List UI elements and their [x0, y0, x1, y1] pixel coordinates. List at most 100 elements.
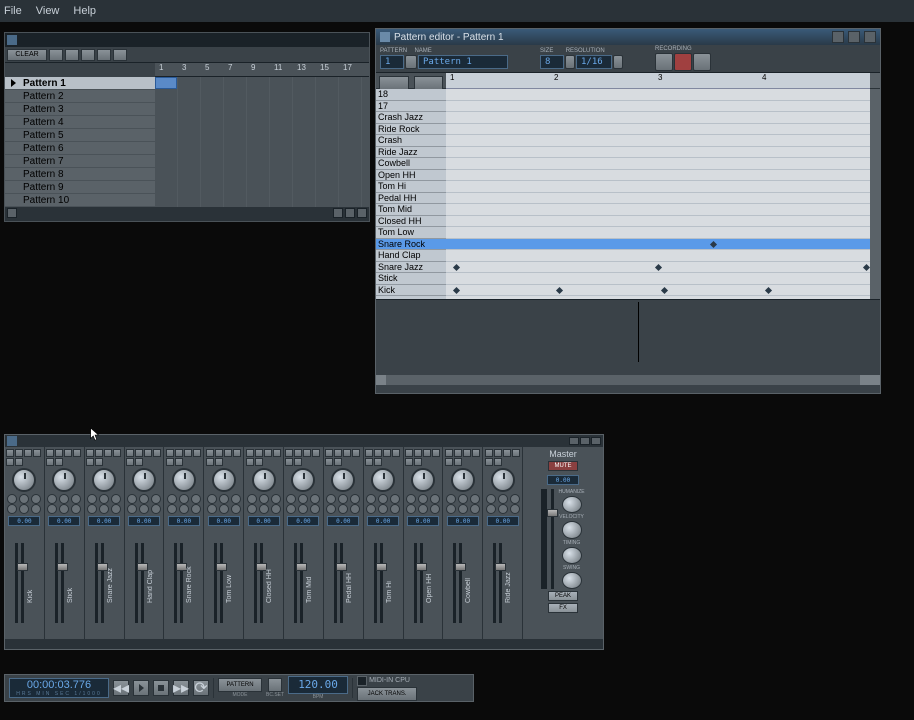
send-knob[interactable] — [99, 504, 109, 514]
send-knob[interactable] — [167, 494, 177, 504]
channel-button[interactable] — [365, 458, 373, 466]
send-knob[interactable] — [19, 504, 29, 514]
send-knob[interactable] — [259, 494, 269, 504]
channel-button[interactable] — [193, 449, 201, 457]
instrument-track-label[interactable]: Crash — [376, 135, 446, 147]
rewind-button[interactable]: ◂◂ — [113, 680, 129, 696]
send-knob[interactable] — [486, 494, 496, 504]
channel-button[interactable] — [215, 458, 223, 466]
channel-button[interactable] — [153, 449, 161, 457]
pattern-number-lcd[interactable]: 1 — [380, 55, 404, 69]
channel-button[interactable] — [374, 449, 382, 457]
scroll-end-icon[interactable] — [870, 375, 880, 385]
size-spinner[interactable] — [565, 55, 575, 69]
send-knob[interactable] — [271, 494, 281, 504]
channel-button[interactable] — [273, 449, 281, 457]
instrument-track-label[interactable]: Closed HH — [376, 216, 446, 228]
send-knob[interactable] — [219, 504, 229, 514]
pan-knob[interactable] — [291, 468, 315, 492]
channel-button[interactable] — [423, 449, 431, 457]
channel-button[interactable] — [95, 449, 103, 457]
channel-button[interactable] — [294, 449, 302, 457]
instrument-track-label[interactable]: Tom Low — [376, 227, 446, 239]
channel-button[interactable] — [445, 458, 453, 466]
scroll-left-icon[interactable] — [7, 208, 17, 218]
send-knob[interactable] — [71, 494, 81, 504]
channel-button[interactable] — [144, 449, 152, 457]
channel-button[interactable] — [352, 449, 360, 457]
channel-button[interactable] — [445, 449, 453, 457]
send-knob[interactable] — [111, 494, 121, 504]
mixer-minimize[interactable] — [569, 437, 579, 445]
pan-knob[interactable] — [52, 468, 76, 492]
channel-button[interactable] — [46, 458, 54, 466]
play-button[interactable] — [133, 680, 149, 696]
instrument-track-label[interactable]: Ride Jazz — [376, 147, 446, 159]
instrument-track-label[interactable]: Tom Hi — [376, 181, 446, 193]
send-knob[interactable] — [99, 494, 109, 504]
send-knob[interactable] — [139, 504, 149, 514]
note-event[interactable] — [556, 286, 563, 293]
se-tool-button-3[interactable] — [81, 49, 95, 61]
pattern-spinner[interactable] — [405, 55, 417, 69]
mixer-close[interactable] — [591, 437, 601, 445]
pattern-grid-row[interactable] — [446, 285, 870, 297]
send-knob[interactable] — [298, 494, 308, 504]
channel-button[interactable] — [285, 449, 293, 457]
pan-knob[interactable] — [212, 468, 236, 492]
send-knob[interactable] — [390, 504, 400, 514]
scroll-nav-2[interactable] — [345, 208, 355, 218]
send-knob[interactable] — [338, 504, 348, 514]
channel-button[interactable] — [264, 449, 272, 457]
song-editor-scrollbar[interactable] — [5, 207, 369, 219]
send-knob[interactable] — [498, 504, 508, 514]
instrument-track-label[interactable]: 18 — [376, 89, 446, 101]
channel-button[interactable] — [334, 449, 342, 457]
pattern-grid-row[interactable] — [446, 147, 870, 159]
channel-button[interactable] — [303, 449, 311, 457]
scroll-nav-3[interactable] — [357, 208, 367, 218]
instrument-track-label[interactable]: Cowbell — [376, 158, 446, 170]
close-button[interactable] — [864, 31, 876, 43]
send-knob[interactable] — [310, 494, 320, 504]
track-header-btn-2[interactable] — [414, 76, 444, 90]
stop-button[interactable] — [153, 680, 169, 696]
channel-fader[interactable] — [420, 543, 423, 623]
note-event[interactable] — [765, 286, 772, 293]
send-knob[interactable] — [219, 494, 229, 504]
send-knob[interactable] — [350, 494, 360, 504]
send-knob[interactable] — [510, 494, 520, 504]
channel-fader[interactable] — [220, 543, 223, 623]
send-knob[interactable] — [486, 504, 496, 514]
pattern-grid-row[interactable] — [446, 101, 870, 113]
note-event[interactable] — [661, 286, 668, 293]
instrument-track-label[interactable]: 17 — [376, 101, 446, 113]
channel-button[interactable] — [255, 458, 263, 466]
send-knob[interactable] — [430, 504, 440, 514]
send-knob[interactable] — [127, 504, 137, 514]
instrument-track-label[interactable]: Ride Rock — [376, 124, 446, 136]
channel-button[interactable] — [135, 449, 143, 457]
instrument-track-label[interactable]: Snare Rock — [376, 239, 446, 251]
tempo-display[interactable]: 120.00 — [288, 676, 348, 694]
channel-button[interactable] — [175, 449, 183, 457]
send-knob[interactable] — [418, 494, 428, 504]
channel-button[interactable] — [325, 458, 333, 466]
pattern-list-item[interactable]: Pattern 2 — [5, 90, 155, 103]
channel-button[interactable] — [383, 449, 391, 457]
midi-in-toggle[interactable] — [357, 676, 367, 686]
channel-button[interactable] — [246, 458, 254, 466]
send-knob[interactable] — [378, 494, 388, 504]
pattern-grid-row[interactable] — [446, 273, 870, 285]
send-knob[interactable] — [127, 494, 137, 504]
send-knob[interactable] — [366, 494, 376, 504]
send-knob[interactable] — [470, 504, 480, 514]
scroll-nav-1[interactable] — [333, 208, 343, 218]
channel-button[interactable] — [485, 458, 493, 466]
pattern-vscroll[interactable] — [870, 89, 880, 299]
instrument-track-label[interactable]: Open HH — [376, 170, 446, 182]
send-knob[interactable] — [191, 494, 201, 504]
channel-button[interactable] — [294, 458, 302, 466]
send-knob[interactable] — [87, 504, 97, 514]
pattern-list-item[interactable]: Pattern 3 — [5, 103, 155, 116]
